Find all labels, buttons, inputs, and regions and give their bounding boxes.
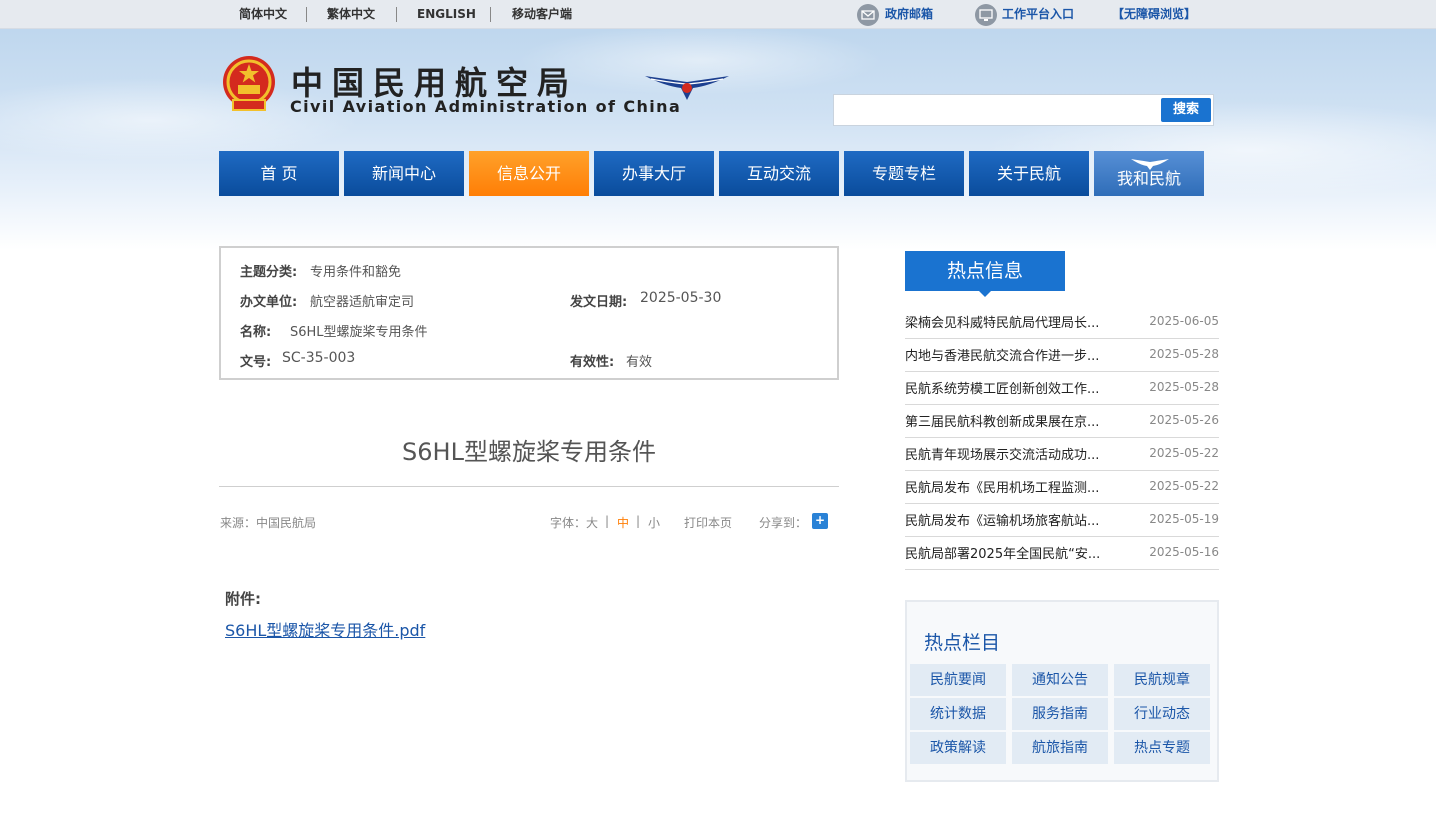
share-plus-icon[interactable]: + [812, 513, 828, 529]
news-date: 2025-06-05 [1149, 314, 1219, 328]
lang-simplified-link[interactable]: 简体中文 [239, 0, 287, 29]
font-medium-button[interactable]: 中 [617, 514, 629, 531]
font-size-label: 字体： [550, 516, 587, 530]
news-title[interactable]: 民航局发布《运输机场旅客航站... [905, 510, 1130, 529]
column-link-service-guide[interactable]: 服务指南 [1012, 698, 1108, 730]
mail-icon[interactable] [857, 4, 879, 26]
news-date: 2025-05-28 [1149, 347, 1219, 361]
news-title[interactable]: 第三届民航科教创新成果展在京... [905, 411, 1130, 430]
nav-home[interactable]: 首 页 [219, 151, 339, 196]
divider [306, 7, 307, 22]
news-date: 2025-05-22 [1149, 479, 1219, 493]
news-title[interactable]: 内地与香港民航交流合作进一步... [905, 345, 1130, 364]
search-button[interactable]: 搜索 [1161, 98, 1211, 122]
font-large-button[interactable]: 大 [586, 514, 598, 531]
list-item[interactable]: 民航局部署2025年全国民航“安... 2025-05-16 [905, 537, 1219, 570]
list-item[interactable]: 内地与香港民航交流合作进一步... 2025-05-28 [905, 339, 1219, 372]
wing-icon [1131, 159, 1169, 170]
tab-arrow [978, 290, 992, 297]
lang-traditional-link[interactable]: 繁体中文 [327, 0, 375, 29]
column-link-regulations[interactable]: 民航规章 [1114, 664, 1210, 696]
list-item[interactable]: 第三届民航科教创新成果展在京... 2025-05-26 [905, 405, 1219, 438]
attachment-pdf-link[interactable]: S6HL型螺旋桨专用条件.pdf [225, 617, 425, 641]
column-link-notices[interactable]: 通知公告 [1012, 664, 1108, 696]
font-separator: | [605, 514, 610, 528]
lang-english-link[interactable]: ENGLISH [417, 0, 476, 29]
name-value: S6HL型螺旋桨专用条件 [290, 325, 428, 340]
font-small-button[interactable]: 小 [648, 514, 660, 531]
attachment-label: 附件: [225, 590, 261, 608]
article-title: S6HL型螺旋桨专用条件 [402, 438, 656, 466]
news-date: 2025-05-28 [1149, 380, 1219, 394]
divider [219, 486, 839, 487]
print-page-button[interactable]: 打印本页 [684, 514, 732, 531]
mobile-client-link[interactable]: 移动客户端 [512, 0, 572, 29]
column-link-policy[interactable]: 政策解读 [910, 732, 1006, 764]
nav-info-disclosure[interactable]: 信息公开 [469, 151, 589, 196]
article-source: 来源：中国民航局 [220, 516, 317, 530]
list-item[interactable]: 民航局发布《民用机场工程监测... 2025-05-22 [905, 471, 1219, 504]
news-title[interactable]: 民航青年现场展示交流活动成功... [905, 444, 1130, 463]
top-utility-bar: 简体中文 繁体中文 ENGLISH 移动客户端 政府邮箱 工作平台入口 【无障碍… [0, 0, 1436, 29]
site-title-en: Civil Aviation Administration of China [290, 97, 682, 116]
nav-special-topics[interactable]: 专题专栏 [844, 151, 964, 196]
nav-me-and-aviation[interactable]: 我和民航 [1094, 151, 1204, 196]
column-link-travel-guide[interactable]: 航旅指南 [1012, 732, 1108, 764]
work-platform-link[interactable]: 工作平台入口 [1002, 0, 1074, 29]
office-label: 办文单位: [240, 295, 298, 310]
search-input[interactable] [838, 99, 1156, 121]
hot-columns-title: 热点栏目 [924, 632, 1001, 654]
column-link-statistics[interactable]: 统计数据 [910, 698, 1006, 730]
column-link-aviation-news[interactable]: 民航要闻 [910, 664, 1006, 696]
nav-about[interactable]: 关于民航 [969, 151, 1089, 196]
caac-wing-logo-icon [645, 76, 729, 100]
number-value: SC-35-003 [282, 350, 356, 366]
news-title[interactable]: 梁楠会见科威特民航局代理局长... [905, 312, 1130, 331]
column-link-industry-news[interactable]: 行业动态 [1114, 698, 1210, 730]
news-title[interactable]: 民航系统劳模工匠创新创效工作... [905, 378, 1130, 397]
news-date: 2025-05-22 [1149, 446, 1219, 460]
font-separator: | [636, 514, 641, 528]
divider [396, 7, 397, 22]
validity-value: 有效 [626, 355, 653, 370]
header-background [0, 0, 1436, 250]
monitor-icon[interactable] [975, 4, 997, 26]
date-value: 2025-05-30 [640, 290, 722, 306]
nav-me-and-aviation-label: 我和民航 [1116, 169, 1181, 188]
office-value: 航空器适航审定司 [310, 295, 415, 310]
search-bar: 搜索 [833, 94, 1214, 126]
list-item[interactable]: 梁楠会见科威特民航局代理局长... 2025-06-05 [905, 306, 1219, 339]
column-link-hot-topics[interactable]: 热点专题 [1114, 732, 1210, 764]
date-label: 发文日期: [570, 295, 628, 310]
list-item[interactable]: 民航局发布《运输机场旅客航站... 2025-05-19 [905, 504, 1219, 537]
subject-value: 专用条件和豁免 [310, 265, 402, 280]
divider [490, 7, 491, 22]
gov-mail-link[interactable]: 政府邮箱 [885, 0, 933, 29]
national-emblem-icon [223, 56, 275, 111]
list-item[interactable]: 民航系统劳模工匠创新创效工作... 2025-05-28 [905, 372, 1219, 405]
nav-news-center[interactable]: 新闻中心 [344, 151, 464, 196]
accessibility-link[interactable]: 【无障碍浏览】 [1112, 0, 1196, 29]
news-title[interactable]: 民航局发布《民用机场工程监测... [905, 477, 1130, 496]
document-info-panel: 主题分类: 专用条件和豁免 办文单位: 航空器适航审定司 发文日期: 2025-… [219, 246, 839, 380]
nav-interaction[interactable]: 互动交流 [719, 151, 839, 196]
news-date: 2025-05-26 [1149, 413, 1219, 427]
news-title[interactable]: 民航局部署2025年全国民航“安... [905, 543, 1130, 562]
subject-label: 主题分类: [240, 265, 298, 280]
hot-info-tab[interactable]: 热点信息 [905, 251, 1065, 291]
news-date: 2025-05-19 [1149, 512, 1219, 526]
number-label: 文号: [240, 355, 272, 370]
nav-service-hall[interactable]: 办事大厅 [594, 151, 714, 196]
share-label: 分享到： [759, 516, 808, 530]
validity-label: 有效性: [570, 355, 615, 370]
name-label: 名称: [240, 325, 272, 340]
hot-columns-panel: 热点栏目 民航要闻 通知公告 民航规章 统计数据 服务指南 行业动态 政策解读 … [905, 600, 1219, 782]
list-item[interactable]: 民航青年现场展示交流活动成功... 2025-05-22 [905, 438, 1219, 471]
news-date: 2025-05-16 [1149, 545, 1219, 559]
